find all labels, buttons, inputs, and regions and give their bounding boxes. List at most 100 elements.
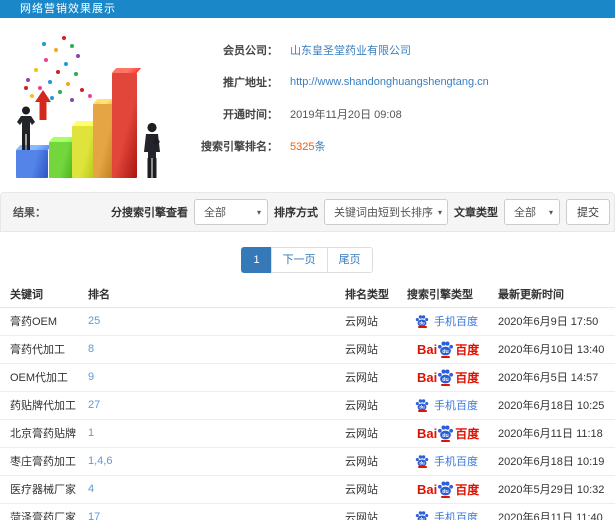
sort-filter-select[interactable]: 关键词由短到长排序 ▾ xyxy=(324,199,448,225)
caret-down-icon: ▾ xyxy=(256,207,261,217)
header-rank: 排名 xyxy=(78,282,335,308)
rank-type-cell: 云网站 xyxy=(335,363,397,392)
engine-label: 百度 xyxy=(455,342,480,357)
results-table: 关键词 排名 排名类型 搜索引擎类型 最新更新时间 膏药OEM 25 云网站 du … xyxy=(0,282,615,520)
svg-text:du: du xyxy=(419,516,425,520)
table-row: 枣庄膏药加工 1,4,6 云网站 du 手机百度 2020年6月18日 10:19 xyxy=(0,447,615,476)
keyword-cell: 菏泽膏药厂家 xyxy=(0,503,78,520)
engine-cell: Bai du 百度 xyxy=(397,419,488,448)
article-type-label: 文章类型 xyxy=(454,207,498,219)
rank-type-cell: 云网站 xyxy=(335,335,397,364)
rank-link[interactable]: 4 xyxy=(78,475,335,504)
promo-url-link[interactable]: http://www.shandonghuangshengtang.cn xyxy=(290,76,489,88)
rank-count-number: 5325 xyxy=(290,141,315,153)
field-label: 搜索引擎排名： xyxy=(201,141,278,153)
table-header-row: 关键词 排名 排名类型 搜索引擎类型 最新更新时间 xyxy=(0,282,615,308)
table-row: 膏药OEM 25 云网站 du 手机百度 2020年6月9日 17:50 xyxy=(0,307,615,336)
engine-cell: du 手机百度 xyxy=(397,447,488,476)
svg-text:du: du xyxy=(419,404,425,409)
keyword-cell: OEM代加工 xyxy=(0,363,78,392)
baidu-wordmark: Bai xyxy=(417,341,438,357)
update-time-cell: 2020年6月9日 17:50 xyxy=(488,307,615,336)
businessman-left-icon xyxy=(17,106,35,150)
pagination-next-button[interactable]: 下一页 xyxy=(270,247,328,273)
engine-label: 百度 xyxy=(455,370,480,385)
baidu-paw-icon: du xyxy=(437,480,454,498)
confetti-dot xyxy=(70,98,74,102)
field-label: 会员公司： xyxy=(223,45,278,57)
baidu-wordmark: Bai xyxy=(417,369,438,385)
baidu-redline-icon xyxy=(441,439,451,442)
header-keyword: 关键词 xyxy=(0,282,78,308)
mobile-baidu-logo: du 手机百度 xyxy=(403,313,488,329)
keyword-cell: 膏药OEM xyxy=(0,307,78,336)
company-name-link[interactable]: 山东皇圣堂药业有限公司 xyxy=(290,42,411,58)
rank-link[interactable]: 27 xyxy=(78,391,335,420)
engine-label: 手机百度 xyxy=(434,400,478,412)
engine-filter-select[interactable]: 全部 ▾ xyxy=(194,199,268,225)
rank-link[interactable]: 9 xyxy=(78,363,335,392)
mobile-baidu-logo: du 手机百度 xyxy=(403,397,488,413)
keyword-cell: 北京膏药贴牌 xyxy=(0,419,78,448)
baidu-paw-icon: du xyxy=(415,454,429,469)
svg-text:du: du xyxy=(419,460,425,465)
rank-link[interactable]: 17 xyxy=(78,503,335,520)
rank-link[interactable]: 8 xyxy=(78,335,335,364)
rank-link[interactable]: 25 xyxy=(78,307,335,336)
baidu-redline-icon xyxy=(417,410,427,413)
rank-type-cell: 云网站 xyxy=(335,307,397,336)
confetti-dot xyxy=(54,48,58,52)
update-time-cell: 2020年6月18日 10:25 xyxy=(488,391,615,420)
confetti-dot xyxy=(44,58,48,62)
confetti-dot xyxy=(70,44,74,48)
article-type-select[interactable]: 全部 ▾ xyxy=(504,199,560,225)
engine-label: 手机百度 xyxy=(434,316,478,328)
rank-link[interactable]: 1,4,6 xyxy=(78,447,335,476)
baidu-wordmark: Bai xyxy=(417,425,438,441)
confetti-dot xyxy=(80,88,84,92)
field-open-time: 开通时间： 2019年11月20日 09:08 xyxy=(182,98,605,130)
rank-type-cell: 云网站 xyxy=(335,391,397,420)
caret-down-icon: ▾ xyxy=(438,207,443,217)
sort-filter-label: 排序方式 xyxy=(274,207,318,219)
table-row: 医疗器械厂家 4 云网站 Bai du 百度 2020年5月29日 10:32 xyxy=(0,475,615,504)
field-label: 开通时间： xyxy=(223,109,278,121)
engine-label: 百度 xyxy=(455,482,480,497)
svg-text:du: du xyxy=(419,320,425,325)
field-rank-count: 搜索引擎排名： 5325条 xyxy=(182,130,605,162)
baidu-redline-icon xyxy=(417,326,427,329)
confetti-dot xyxy=(64,62,68,66)
svg-text:du: du xyxy=(442,433,448,439)
header-engine-type: 搜索引擎类型 xyxy=(397,282,488,308)
submit-button[interactable]: 提交 xyxy=(566,199,610,225)
chart-bar-red xyxy=(112,73,137,178)
confetti-dot xyxy=(42,42,46,46)
filter-bar: 结果： 分搜索引擎查看 全部 ▾ 排序方式 关键词由短到长排序 ▾ 文章类型 全… xyxy=(0,192,615,232)
update-time-cell: 2020年5月29日 10:32 xyxy=(488,475,615,504)
filter-controls: 分搜索引擎查看 全部 ▾ 排序方式 关键词由短到长排序 ▾ 文章类型 全部 ▾ … xyxy=(111,199,610,225)
confetti-dot xyxy=(56,70,60,74)
businessman-right-icon xyxy=(144,122,160,178)
baidu-wordmark: Bai xyxy=(417,481,438,497)
engine-label: 手机百度 xyxy=(434,512,478,520)
rank-link[interactable]: 1 xyxy=(78,419,335,448)
rank-type-cell: 云网站 xyxy=(335,419,397,448)
confetti-dot xyxy=(88,94,92,98)
baidu-redline-icon xyxy=(441,355,451,358)
baidu-logo: Bai du 百度 xyxy=(403,340,488,358)
baidu-paw-icon: du xyxy=(437,424,454,442)
engine-cell: du 手机百度 xyxy=(397,503,488,520)
pagination-last-button[interactable]: 尾页 xyxy=(326,247,373,273)
rank-type-cell: 云网站 xyxy=(335,475,397,504)
update-time-cell: 2020年6月5日 14:57 xyxy=(488,363,615,392)
svg-text:du: du xyxy=(442,349,448,355)
baidu-redline-icon xyxy=(441,495,451,498)
pagination: 1 下一页 尾页 xyxy=(0,247,615,273)
field-company: 会员公司： 山东皇圣堂药业有限公司 xyxy=(182,34,605,66)
engine-label: 百度 xyxy=(455,426,480,441)
baidu-paw-icon: du xyxy=(415,314,429,329)
engine-filter-label: 分搜索引擎查看 xyxy=(111,207,188,219)
pagination-current-page[interactable]: 1 xyxy=(241,247,272,273)
keyword-cell: 药贴牌代加工 xyxy=(0,391,78,420)
caret-down-icon: ▾ xyxy=(548,207,553,217)
